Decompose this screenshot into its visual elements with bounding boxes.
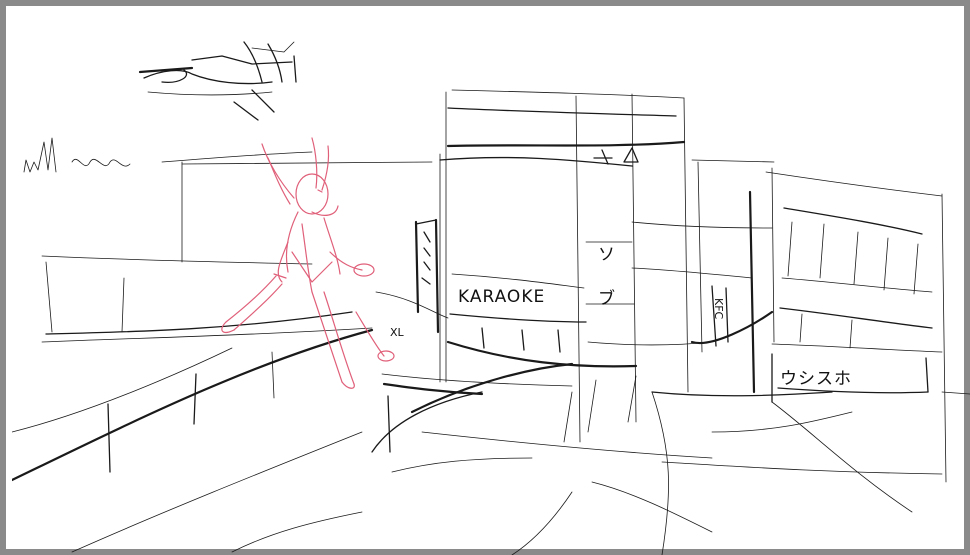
- right-buildings: [691, 159, 970, 483]
- airplane-sketch: [138, 41, 297, 121]
- street-sketch: KARAOKE ソ ブ ウシスホ XL KFC: [12, 41, 970, 555]
- kfc-sign: KFC: [712, 298, 725, 320]
- sign-edge: [925, 357, 929, 393]
- small-sign-left: XL: [390, 326, 405, 339]
- vertical-sign-left: [414, 218, 440, 334]
- drawing-frame: KARAOKE ソ ブ ウシスホ XL KFC: [0, 0, 970, 555]
- karaoke-sign: KARAOKE: [458, 287, 545, 307]
- distant-trees: [23, 137, 313, 173]
- katakana-sign-top: ソ: [598, 245, 616, 265]
- street-lines: [371, 291, 943, 555]
- sketch-canvas: KARAOKE ソ ブ ウシスホ XL KFC: [12, 12, 970, 555]
- karaoke-building: [439, 89, 773, 443]
- katakana-sign-bottom: ブ: [598, 288, 616, 309]
- left-wall: [12, 161, 433, 553]
- katakana-sign-right: ウシスホ: [780, 369, 852, 389]
